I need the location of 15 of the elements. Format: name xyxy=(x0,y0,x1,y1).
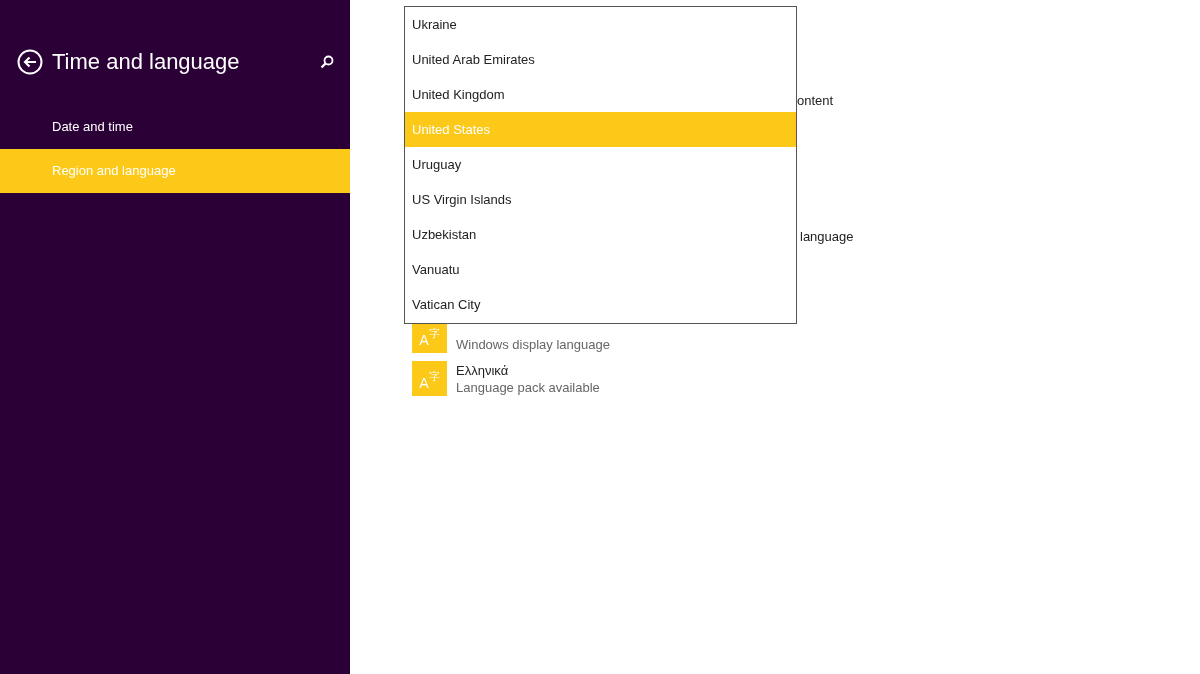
language-status: Language pack available xyxy=(456,378,600,396)
dropdown-option[interactable]: Ukraine xyxy=(405,7,796,42)
search-icon[interactable] xyxy=(320,55,334,69)
page-title: Time and language xyxy=(52,49,241,75)
dropdown-option[interactable]: United Arab Emirates xyxy=(405,42,796,77)
dropdown-option[interactable]: United Kingdom xyxy=(405,77,796,112)
partial-text: language xyxy=(800,229,855,245)
dropdown-option[interactable]: Vanuatu xyxy=(405,252,796,287)
dropdown-option[interactable]: Uzbekistan xyxy=(405,217,796,252)
partial-text: ontent xyxy=(797,93,835,109)
language-status: Windows display language xyxy=(456,335,610,353)
sidebar-item[interactable]: Date and time xyxy=(0,105,350,149)
dropdown-option[interactable]: US Virgin Islands xyxy=(405,182,796,217)
dropdown-option[interactable]: Uruguay xyxy=(405,147,796,182)
language-name[interactable]: Ελληνικά xyxy=(456,361,600,379)
